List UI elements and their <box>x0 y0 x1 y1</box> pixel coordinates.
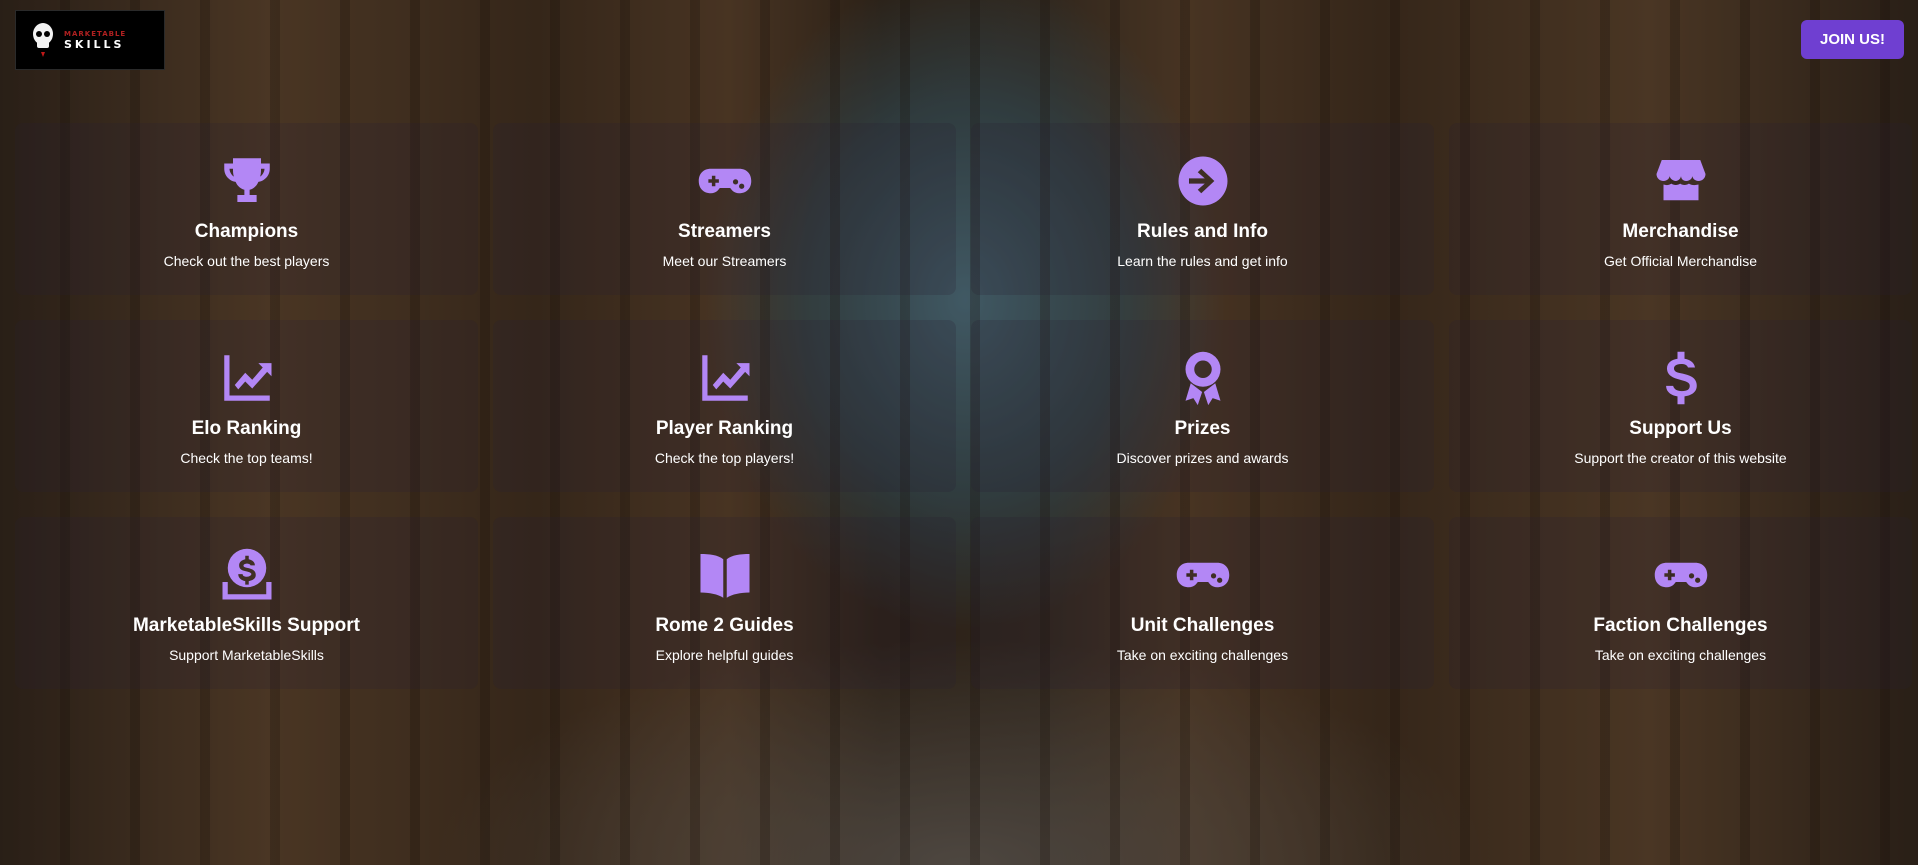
card-rules-and-info[interactable]: Rules and Info Learn the rules and get i… <box>971 123 1434 295</box>
card-support-us[interactable]: Support Us Support the creator of this w… <box>1449 320 1912 492</box>
card-title: Champions <box>194 221 299 242</box>
card-title: Prizes <box>1174 418 1231 439</box>
arrow-right-circle-icon <box>1173 151 1233 211</box>
card-prizes[interactable]: Prizes Discover prizes and awards <box>971 320 1434 492</box>
card-description: Support the creator of this website <box>1574 450 1787 466</box>
gamepad-icon <box>695 151 755 211</box>
card-champions[interactable]: Champions Check out the best players <box>15 123 478 295</box>
card-description: Learn the rules and get info <box>1117 253 1288 269</box>
card-rome-2-guides[interactable]: Rome 2 Guides Explore helpful guides <box>493 517 956 689</box>
card-faction-challenges[interactable]: Faction Challenges Take on exciting chal… <box>1449 517 1912 689</box>
card-title: Streamers <box>678 221 771 242</box>
card-title: Faction Challenges <box>1593 615 1768 636</box>
card-grid: Champions Check out the best players Str… <box>15 123 1912 689</box>
trophy-icon <box>217 151 277 211</box>
card-description: Check out the best players <box>163 253 330 269</box>
card-description: Take on exciting challenges <box>1116 647 1289 663</box>
join-us-button[interactable]: JOIN US! <box>1800 20 1904 59</box>
card-description: Check the top teams! <box>180 450 313 466</box>
card-description: Explore helpful guides <box>655 647 794 663</box>
chart-line-icon <box>695 348 755 408</box>
card-streamers[interactable]: Streamers Meet our Streamers <box>493 123 956 295</box>
skull-icon <box>33 23 53 57</box>
chart-line-icon <box>217 348 277 408</box>
card-title: Merchandise <box>1622 221 1739 242</box>
card-title: Player Ranking <box>655 418 794 439</box>
gamepad-icon <box>1651 545 1711 605</box>
card-description: Support MarketableSkills <box>169 647 324 663</box>
card-player-ranking[interactable]: Player Ranking Check the top players! <box>493 320 956 492</box>
card-title: Rules and Info <box>1137 221 1268 242</box>
card-marketableskills-support[interactable]: MarketableSkills Support Support Marketa… <box>15 517 478 689</box>
card-unit-challenges[interactable]: Unit Challenges Take on exciting challen… <box>971 517 1434 689</box>
dollar-icon <box>1651 348 1711 408</box>
card-title: Unit Challenges <box>1130 615 1275 636</box>
card-title: MarketableSkills Support <box>132 615 360 636</box>
card-description: Take on exciting challenges <box>1594 647 1767 663</box>
card-description: Get Official Merchandise <box>1603 253 1758 269</box>
card-merchandise[interactable]: Merchandise Get Official Merchandise <box>1449 123 1912 295</box>
site-logo[interactable]: MARKETABLE SKILLS <box>15 10 165 70</box>
card-elo-ranking[interactable]: Elo Ranking Check the top teams! <box>15 320 478 492</box>
card-description: Check the top players! <box>654 450 795 466</box>
book-icon <box>695 545 755 605</box>
card-title: Rome 2 Guides <box>655 615 794 636</box>
card-description: Meet our Streamers <box>662 253 787 269</box>
store-icon <box>1651 151 1711 211</box>
card-title: Support Us <box>1629 418 1732 439</box>
card-description: Discover prizes and awards <box>1116 450 1289 466</box>
award-icon <box>1173 348 1233 408</box>
card-title: Elo Ranking <box>191 418 302 439</box>
gamepad-icon <box>1173 545 1233 605</box>
money-bag-icon <box>217 545 277 605</box>
logo-text: MARKETABLE SKILLS <box>64 29 127 51</box>
